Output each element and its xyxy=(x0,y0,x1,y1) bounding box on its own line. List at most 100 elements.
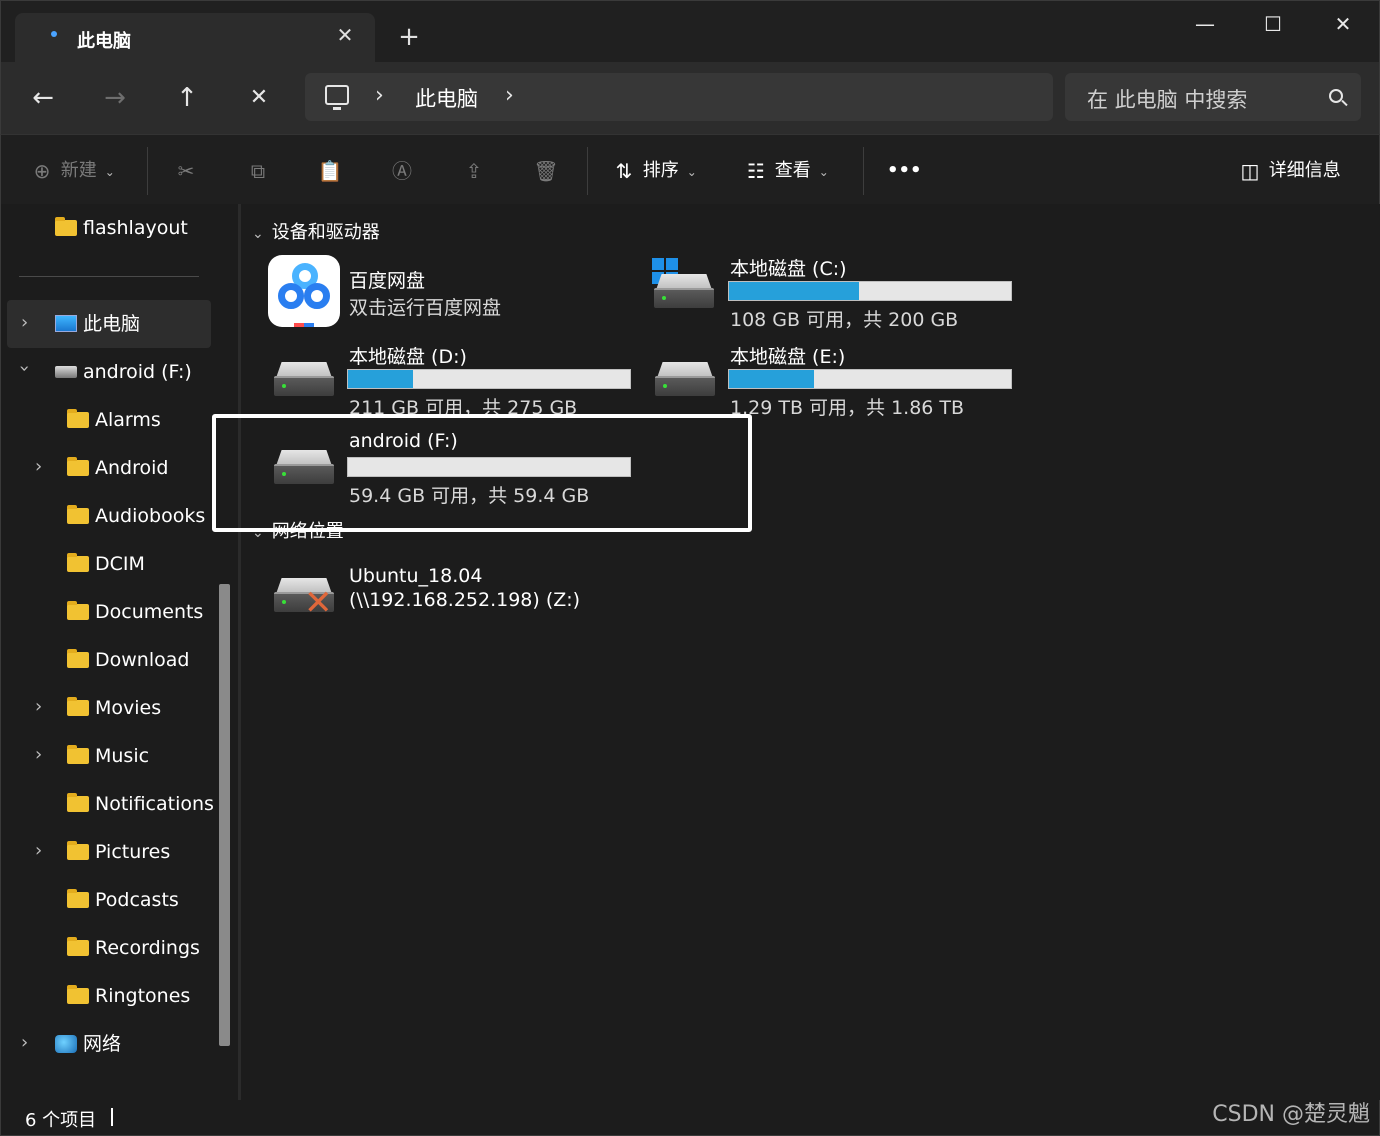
computer-icon xyxy=(325,85,349,110)
navigation-bar: ← → ↑ ✕ › 此电脑 › 在 此电脑 中搜索 xyxy=(0,62,1380,134)
section-title: 设备和驱动器 xyxy=(271,222,380,243)
sidebar-item-flashlayout[interactable]: flashlayout xyxy=(55,208,188,248)
maximize-button[interactable]: ☐ xyxy=(1253,9,1293,39)
sidebar-item-android-drive[interactable]: android (F:) xyxy=(55,352,192,392)
delete-button[interactable]: 🗑 xyxy=(533,157,559,185)
expand-chevron-icon[interactable]: › xyxy=(21,312,28,333)
sort-label: 排序 xyxy=(642,160,679,181)
details-label: 详细信息 xyxy=(1268,160,1341,181)
sidebar-item-label: Music xyxy=(95,745,150,767)
sidebar-item-label: Documents xyxy=(95,601,204,623)
more-options-button[interactable]: ••• xyxy=(887,157,922,185)
sidebar-item-folder[interactable]: Movies xyxy=(67,688,161,728)
up-button[interactable]: ↑ xyxy=(171,82,203,114)
baidu-netdisk-name[interactable]: 百度网盘 xyxy=(349,266,425,293)
folder-icon xyxy=(55,217,77,236)
sidebar-item-label: 网络 xyxy=(83,1033,122,1055)
expand-chevron-icon[interactable]: › xyxy=(35,696,42,717)
hard-drive-icon[interactable] xyxy=(653,362,717,396)
sidebar-item-label: Recordings xyxy=(95,937,200,959)
rename-button[interactable]: Ⓐ xyxy=(389,157,415,185)
status-bar: 6 个项目 xyxy=(0,1100,1380,1136)
network-drive-path: (\\192.168.252.198) (Z:) xyxy=(349,589,581,611)
sidebar-item-folder[interactable]: DCIM xyxy=(67,544,145,584)
folder-icon xyxy=(67,409,89,428)
hard-drive-icon[interactable] xyxy=(652,274,716,308)
search-input[interactable]: 在 此电脑 中搜索 xyxy=(1087,84,1247,114)
expand-chevron-icon[interactable]: › xyxy=(35,744,42,765)
sidebar-item-label: Download xyxy=(95,649,190,671)
network-drive-name[interactable]: Ubuntu_18.04 xyxy=(349,565,482,587)
sidebar-item-folder[interactable]: Documents xyxy=(67,592,203,632)
details-pane-button[interactable]: ◫ 详细信息 xyxy=(1237,157,1341,185)
monitor-icon xyxy=(55,315,77,332)
sidebar-item-folder[interactable]: Podcasts xyxy=(67,880,179,920)
new-tab-button[interactable]: + xyxy=(395,23,423,51)
divider xyxy=(147,147,148,195)
sidebar-item-this-pc[interactable]: 此电脑 xyxy=(55,304,140,344)
sidebar-item-folder[interactable]: Android xyxy=(67,448,168,488)
search-box[interactable]: 在 此电脑 中搜索 xyxy=(1065,73,1361,121)
view-button[interactable]: ☷ 查看 ⌄ xyxy=(743,157,829,185)
address-bar[interactable]: › 此电脑 › xyxy=(305,73,1053,121)
drive-c-usage-bar xyxy=(728,281,1012,301)
sidebar-item-label: Podcasts xyxy=(95,889,179,911)
drive-e-name[interactable]: 本地磁盘 (E:) xyxy=(730,342,845,369)
new-button[interactable]: ⊕ 新建 ⌄ xyxy=(29,157,115,185)
command-bar: ⊕ 新建 ⌄ ✂ ⧉ 📋 Ⓐ ⇪ 🗑 ⇅ 排序 ⌄ ☷ 查看 ⌄ ••• ◫ 详细信息 xyxy=(0,134,1380,204)
sidebar-item-folder[interactable]: Music xyxy=(67,736,149,776)
plus-circle-icon: ⊕ xyxy=(33,159,51,183)
sidebar-item-network[interactable]: 网络 xyxy=(55,1024,121,1064)
sidebar-item-folder[interactable]: Pictures xyxy=(67,832,170,872)
breadcrumb-this-pc[interactable]: 此电脑 xyxy=(415,83,478,113)
hard-drive-icon[interactable] xyxy=(272,362,336,396)
share-button[interactable]: ⇪ xyxy=(461,157,487,185)
forward-button[interactable]: → xyxy=(99,82,131,114)
breadcrumb-chevron-icon[interactable]: › xyxy=(375,83,384,108)
search-icon[interactable] xyxy=(1329,89,1343,103)
minimize-button[interactable]: — xyxy=(1185,9,1225,39)
tab-close-button[interactable]: ✕ xyxy=(333,23,357,47)
drive-d-name[interactable]: 本地磁盘 (D:) xyxy=(349,342,467,369)
sidebar-item-label: Audiobooks xyxy=(95,505,206,527)
sidebar-item-folder[interactable]: Notifications xyxy=(67,784,214,824)
breadcrumb-chevron-icon[interactable]: › xyxy=(505,83,514,108)
folder-icon xyxy=(67,697,89,716)
sidebar-item-label: Ringtones xyxy=(95,985,191,1007)
stop-button[interactable]: ✕ xyxy=(243,82,275,114)
drive-e-free-space: 1.29 TB 可用，共 1.86 TB xyxy=(730,397,965,419)
pane-splitter[interactable] xyxy=(238,204,241,1100)
paste-button[interactable]: 📋 xyxy=(317,157,343,185)
copy-button[interactable]: ⧉ xyxy=(245,157,271,185)
baidu-netdisk-icon[interactable] xyxy=(268,255,340,327)
sidebar-item-label: 此电脑 xyxy=(83,313,141,335)
sidebar-item-folder[interactable]: Recordings xyxy=(67,928,200,968)
sidebar-item-label: android (F:) xyxy=(83,361,192,383)
expand-chevron-icon[interactable]: › xyxy=(21,1032,28,1053)
sidebar-item-folder[interactable]: Ringtones xyxy=(67,976,190,1016)
sidebar-item-folder[interactable]: Audiobooks xyxy=(67,496,205,536)
rename-icon: Ⓐ xyxy=(392,159,412,183)
back-button[interactable]: ← xyxy=(27,82,59,114)
sort-button[interactable]: ⇅ 排序 ⌄ xyxy=(611,157,697,185)
close-window-button[interactable]: ✕ xyxy=(1323,9,1363,39)
network-drive-icon[interactable]: ✕ xyxy=(272,578,336,620)
scissors-icon: ✂ xyxy=(177,159,195,183)
drive-c-name[interactable]: 本地磁盘 (C:) xyxy=(730,254,847,281)
collapse-chevron-icon: ⌄ xyxy=(252,226,264,242)
expand-chevron-icon[interactable]: › xyxy=(35,840,42,861)
details-pane-icon: ◫ xyxy=(1240,159,1260,183)
folder-icon xyxy=(67,985,89,1004)
folder-icon xyxy=(67,553,89,572)
collapse-chevron-icon[interactable]: › xyxy=(14,365,35,372)
sidebar-item-folder[interactable]: Alarms xyxy=(67,400,161,440)
trash-icon: 🗑 xyxy=(533,159,559,183)
this-pc-tab-icon xyxy=(51,31,57,37)
sidebar-item-label: flashlayout xyxy=(83,217,188,239)
sidebar-item-folder[interactable]: Download xyxy=(67,640,189,680)
expand-chevron-icon[interactable]: › xyxy=(35,456,42,477)
tab-this-pc[interactable]: 此电脑 ✕ xyxy=(15,13,375,63)
section-devices-and-drives[interactable]: ⌄ 设备和驱动器 xyxy=(252,218,380,244)
cut-button[interactable]: ✂ xyxy=(173,157,199,185)
sidebar-scrollbar[interactable] xyxy=(219,584,230,1046)
